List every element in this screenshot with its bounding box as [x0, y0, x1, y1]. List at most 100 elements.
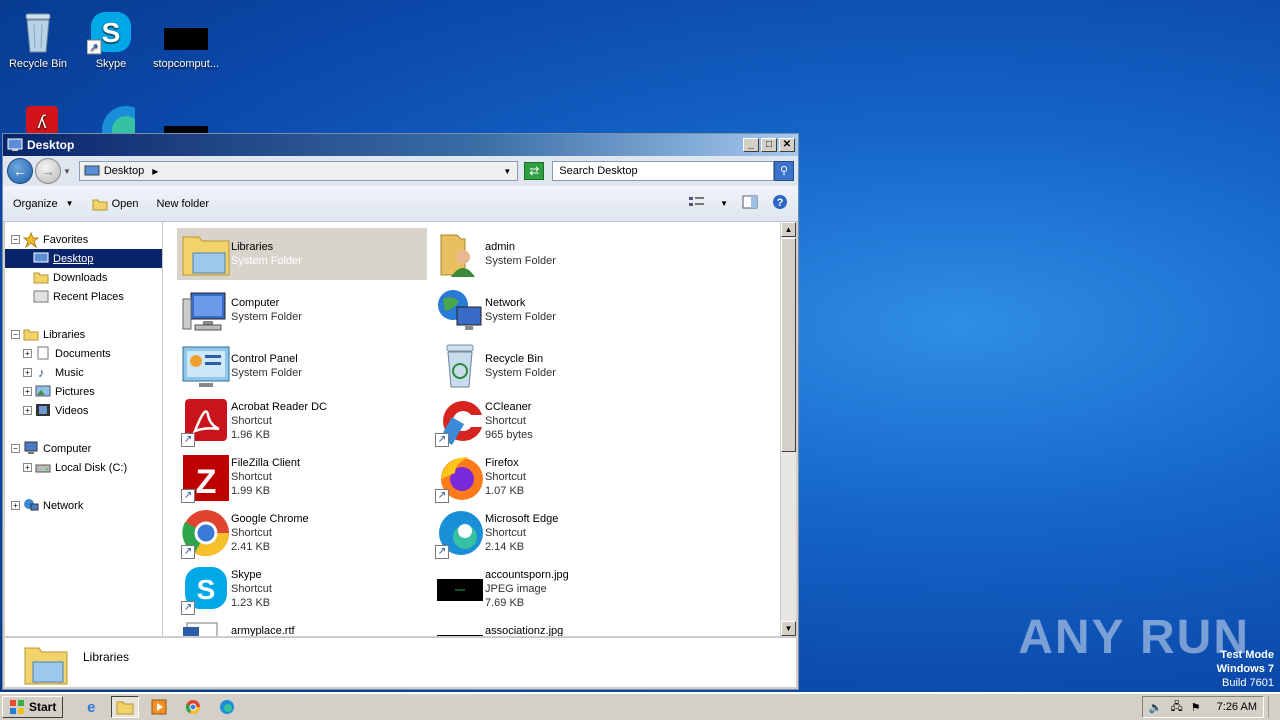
file-item[interactable]: Z ↗ FileZilla Client Shortcut 1.99 KB: [177, 452, 427, 504]
recent-pages-dropdown[interactable]: ▼: [63, 167, 71, 176]
taskbar-chrome-button[interactable]: [179, 696, 207, 718]
address-bar[interactable]: Desktop ▶ ▼: [78, 161, 519, 181]
taskbar-edge-button[interactable]: [213, 696, 241, 718]
action-center-flag-icon[interactable]: ⚑: [1191, 701, 1201, 714]
title-bar[interactable]: Desktop _ □ ✕: [3, 134, 798, 156]
back-button[interactable]: ←: [7, 158, 33, 184]
svg-text:Z: Z: [196, 463, 217, 501]
network-tray-icon[interactable]: 🖧: [1171, 698, 1183, 717]
tree-videos[interactable]: + Videos: [5, 401, 162, 420]
details-pane: Libraries: [5, 637, 796, 687]
search-button[interactable]: ⚲: [774, 161, 795, 181]
address-toolbar: ← → ▼ Desktop ▶ ▼ ⇄ Search Desktop ⚲: [3, 156, 798, 186]
scroll-thumb[interactable]: [781, 238, 796, 452]
tree-music[interactable]: + ♪ Music: [5, 363, 162, 382]
help-button[interactable]: ?: [772, 194, 788, 213]
taskbar-media-player-button[interactable]: [145, 696, 173, 718]
file-name: Acrobat Reader DC: [231, 401, 327, 413]
file-item[interactable]: armyplace.rtf: [177, 620, 427, 636]
recycle-bin-icon: [435, 341, 485, 391]
show-desktop-button[interactable]: [1268, 696, 1278, 718]
collapse-icon[interactable]: −: [11, 235, 20, 244]
view-dropdown-icon[interactable]: ▼: [720, 199, 728, 208]
edge-icon: ↗: [435, 509, 485, 559]
expand-icon[interactable]: +: [23, 368, 32, 377]
collapse-icon[interactable]: −: [11, 444, 20, 453]
search-input[interactable]: Search Desktop: [552, 161, 775, 181]
back-arrow-icon: ←: [12, 163, 27, 179]
address-desktop-crumb[interactable]: Desktop: [104, 165, 144, 177]
refresh-icon: ⇄: [529, 164, 540, 178]
taskbar-ie-button[interactable]: e: [77, 696, 105, 718]
file-size: 1.96 KB: [231, 429, 271, 441]
minimize-button[interactable]: _: [743, 138, 759, 152]
file-item[interactable]: S ↗ Skype Shortcut 1.23 KB: [177, 564, 427, 616]
forward-arrow-icon: →: [40, 163, 55, 179]
file-item[interactable]: Control Panel System Folder: [177, 340, 427, 392]
file-item[interactable]: admin System Folder: [431, 228, 681, 280]
expand-icon[interactable]: +: [23, 406, 32, 415]
scroll-up-button[interactable]: ▲: [781, 222, 796, 237]
file-type: Shortcut: [231, 471, 272, 483]
file-item[interactable]: Network System Folder: [431, 284, 681, 336]
file-size: 1.07 KB: [485, 485, 525, 497]
tree-pictures[interactable]: + Pictures: [5, 382, 162, 401]
tree-local-disk[interactable]: + Local Disk (C:): [5, 458, 162, 477]
anyrun-watermark: ANY RUN: [1018, 611, 1250, 664]
tree-network[interactable]: + Network: [5, 496, 162, 515]
breadcrumb-arrow-icon[interactable]: ▶: [152, 167, 158, 176]
file-item[interactable]: ↗ Firefox Shortcut 1.07 KB: [431, 452, 681, 504]
tree-label: Libraries: [43, 328, 86, 341]
close-button[interactable]: ✕: [779, 138, 795, 152]
tree-label: Local Disk (C:): [55, 461, 128, 474]
desktop-icon-recycle-bin[interactable]: Recycle Bin: [0, 8, 76, 70]
preview-pane-button[interactable]: [742, 195, 758, 212]
new-folder-button[interactable]: New folder: [156, 198, 209, 210]
tree-desktop[interactable]: Desktop: [5, 249, 162, 268]
file-item[interactable]: Libraries System Folder: [177, 228, 427, 280]
start-button[interactable]: Start: [2, 696, 64, 718]
file-item[interactable]: ↗ Acrobat Reader DC Shortcut 1.96 KB: [177, 396, 427, 448]
file-item[interactable]: associationz.jpg: [431, 620, 681, 636]
file-item[interactable]: Computer System Folder: [177, 284, 427, 336]
desktop-icon-skype[interactable]: S ↗ Skype: [73, 8, 149, 70]
tree-recent-places[interactable]: Recent Places: [5, 287, 162, 306]
open-button[interactable]: Open: [92, 197, 138, 211]
file-item[interactable]: ↗ Microsoft Edge Shortcut 2.14 KB: [431, 508, 681, 560]
refresh-button[interactable]: ⇄: [524, 162, 545, 180]
file-size: 1.99 KB: [231, 485, 271, 497]
ccleaner-icon: ↗: [435, 397, 485, 447]
expand-icon[interactable]: +: [11, 501, 20, 510]
file-item[interactable]: accountsporn.jpg JPEG image 7.69 KB: [431, 564, 681, 616]
tree-favorites[interactable]: − Favorites: [5, 230, 162, 249]
file-item[interactable]: ↗ Google Chrome Shortcut 2.41 KB: [177, 508, 427, 560]
taskbar-explorer-button[interactable]: [111, 696, 140, 718]
expand-icon[interactable]: +: [23, 349, 32, 358]
forward-button[interactable]: →: [34, 158, 61, 184]
firefox-icon: ↗: [435, 453, 485, 503]
file-item[interactable]: Recycle Bin System Folder: [431, 340, 681, 392]
collapse-icon[interactable]: −: [11, 330, 20, 339]
organize-button[interactable]: Organize ▼: [13, 198, 74, 210]
tree-downloads[interactable]: Downloads: [5, 268, 162, 287]
clock[interactable]: 7:26 AM: [1217, 701, 1257, 713]
vertical-scrollbar[interactable]: ▲ ▼: [780, 222, 796, 636]
volume-icon[interactable]: 🔈: [1149, 701, 1163, 714]
tree-libraries[interactable]: − Libraries: [5, 325, 162, 344]
videos-icon: [35, 403, 51, 419]
tree-documents[interactable]: + Documents: [5, 344, 162, 363]
desktop-icon-stopcomputer[interactable]: stopcomput...: [148, 8, 224, 70]
expand-icon[interactable]: +: [23, 463, 32, 472]
windows-logo-icon: [10, 700, 24, 714]
window-title: Desktop: [27, 138, 75, 152]
address-dropdown-icon[interactable]: ▼: [503, 167, 511, 176]
expand-icon[interactable]: +: [23, 387, 32, 396]
desktop-icon-label: Recycle Bin: [8, 58, 68, 70]
file-item[interactable]: ↗ CCleaner Shortcut 965 bytes: [431, 396, 681, 448]
tree-label: Desktop: [53, 252, 94, 265]
scroll-down-button[interactable]: ▼: [781, 621, 796, 636]
tree-computer[interactable]: − Computer: [5, 439, 162, 458]
change-view-button[interactable]: [688, 195, 706, 212]
downloads-icon: [33, 270, 49, 286]
maximize-button[interactable]: □: [761, 138, 777, 152]
